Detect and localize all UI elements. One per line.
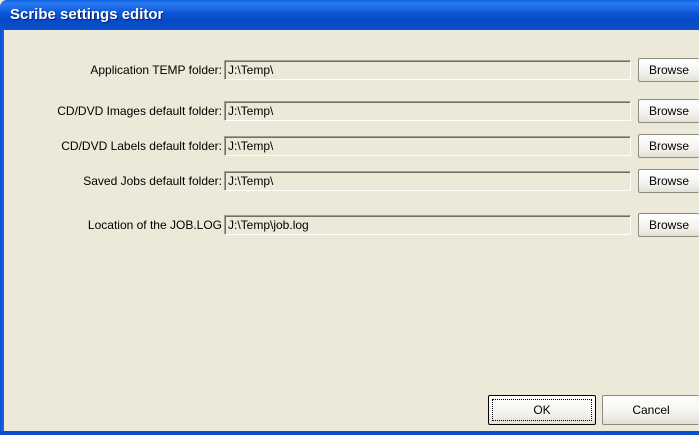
window-frame-bottom (0, 431, 699, 435)
labels-folder-field[interactable]: J:\Temp\ (224, 136, 631, 156)
images-folder-field[interactable]: J:\Temp\ (224, 101, 631, 121)
jobs-folder-label: Saved Jobs default folder: (83, 174, 222, 188)
focus-rect (492, 399, 592, 421)
window-title: Scribe settings editor (10, 6, 164, 23)
job-log-browse-button[interactable]: Browse (638, 213, 699, 237)
temp-folder-label: Application TEMP folder: (90, 63, 222, 77)
temp-folder-browse-button[interactable]: Browse (638, 58, 699, 82)
window-frame-left (0, 30, 4, 435)
title-bar[interactable]: Scribe settings editor (0, 0, 699, 30)
labels-folder-label: CD/DVD Labels default folder: (61, 139, 222, 153)
settings-window: Scribe settings editor Application TEMP … (0, 0, 699, 435)
labels-folder-browse-button[interactable]: Browse (638, 134, 699, 158)
job-log-field[interactable]: J:\Temp\job.log (224, 215, 631, 235)
ok-button[interactable]: OK (488, 395, 596, 425)
temp-folder-field[interactable]: J:\Temp\ (224, 60, 631, 80)
jobs-folder-field[interactable]: J:\Temp\ (224, 171, 631, 191)
images-folder-browse-button[interactable]: Browse (638, 99, 699, 123)
images-folder-label: CD/DVD Images default folder: (57, 104, 222, 118)
jobs-folder-browse-button[interactable]: Browse (638, 169, 699, 193)
job-log-label: Location of the JOB.LOG (87, 218, 222, 232)
cancel-button[interactable]: Cancel (602, 395, 699, 425)
